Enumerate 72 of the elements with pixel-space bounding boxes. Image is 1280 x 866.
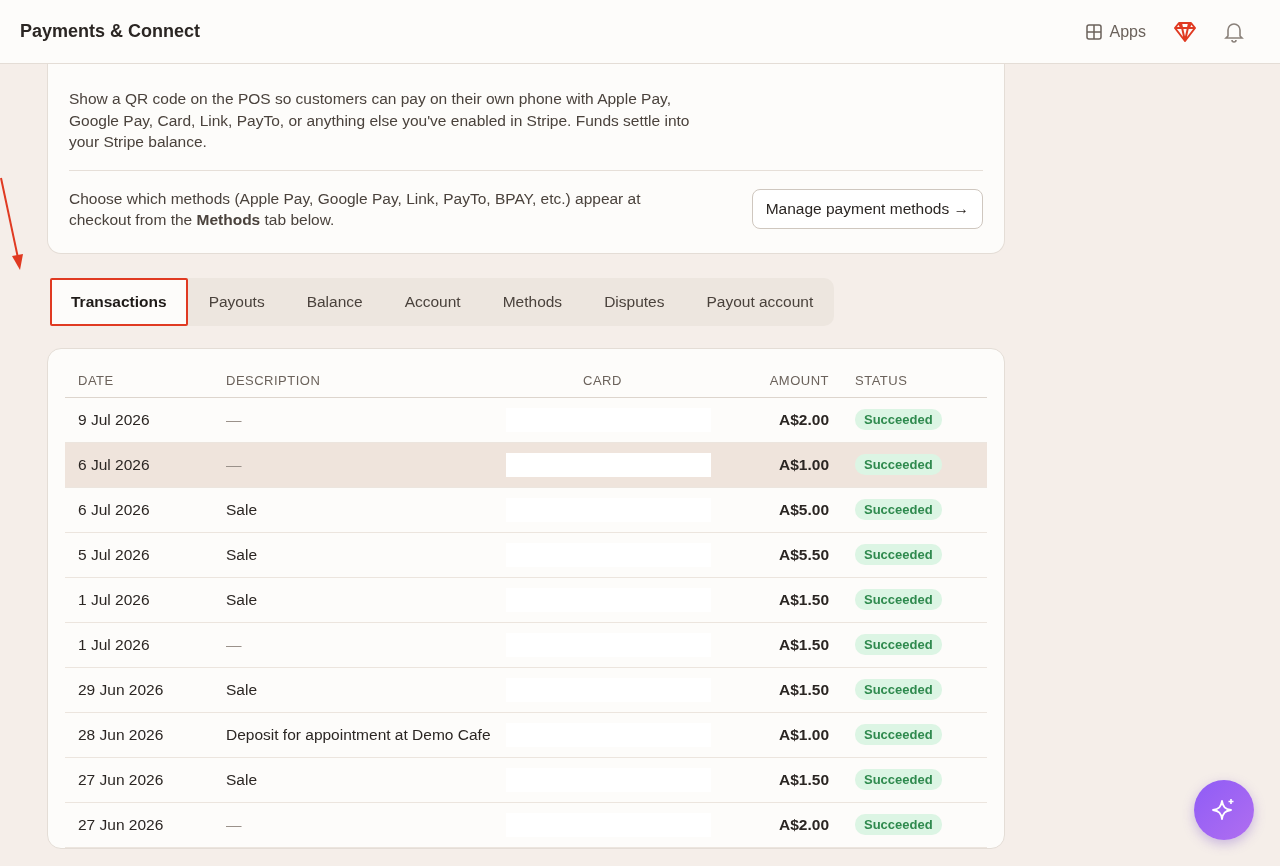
amount-cell: A$5.50 [732,532,842,578]
qr-pay-description: Show a QR code on the POS so customers can pay on their own phone with Apple Pay, Google Pay, Card, Link, PayTo, or anything else you've enabled in Stripe. Funds settle into your Stripe balance. [69,89,691,152]
column-header: DATE [65,366,213,398]
date-cell: 6 Jul 2026 [65,487,213,533]
manage-payment-methods-button[interactable]: Manage payment methods → [751,189,983,229]
amount-cell: A$5.00 [732,487,842,533]
tab[interactable]: Account [383,277,482,326]
highlighted-row[interactable]: 6 Jul 2026 — A$1.00 Succeeded [65,442,987,488]
grid-icon [1085,23,1102,40]
tab[interactable]: Payouts [187,277,286,326]
amount-cell: A$2.00 [732,802,842,848]
table-row[interactable]: 1 Jul 2026 — A$1.50 Succeeded [65,622,987,668]
tab[interactable]: Methods [481,277,584,326]
column-header: STATUS [842,366,987,398]
table-row[interactable]: 27 Jun 2026 — A$2.00 Succeeded [65,802,987,848]
date-cell: 28 Jun 2026 [65,712,213,758]
description-cell: — [213,622,493,668]
date-cell: 6 Jul 2026 [65,442,213,488]
description-cell: Sale [213,487,493,533]
table-row[interactable]: 28 Jun 2026 Deposit for appointment at Demo Cafe A$1.00 Succeeded [65,712,987,758]
date-cell: 27 Jun 2026 [65,802,213,848]
methods-note: Choose which methods (Apple Pay, Google Pay, Link, PayTo, BPAY, etc.) appear at checkout from the Methods tab below. [69,188,642,230]
amount-cell: A$1.00 [732,442,842,488]
apps-button[interactable]: Apps [1085,22,1146,41]
date-cell: 29 Jun 2026 [65,667,213,713]
tab[interactable]: Disputes [583,277,686,326]
description-cell: — [213,397,493,443]
date-cell: 27 Jun 2026 [65,757,213,803]
status-badge: Succeeded [855,679,942,700]
page-title: Payments & Connect [20,21,201,42]
amount-cell: A$2.00 [732,397,842,443]
amount-cell: A$1.00 [732,712,842,758]
status-badge: Succeeded [855,724,942,745]
column-header: DESCRIPTION [213,366,493,398]
amount-cell: A$1.50 [732,757,842,803]
table-row[interactable]: 27 Jun 2026 Sale A$1.50 Succeeded [65,757,987,803]
amount-cell: A$1.50 [732,622,842,668]
gem-icon[interactable] [1174,21,1196,42]
table-row[interactable]: 5 Jul 2026 Sale A$5.50 Succeeded [65,532,987,578]
status-badge: Succeeded [855,589,942,610]
status-badge: Succeeded [855,544,942,565]
column-header: AMOUNT [732,366,842,398]
amount-cell: A$1.50 [732,577,842,623]
status-badge: Succeeded [855,769,942,790]
date-cell: 1 Jul 2026 [65,577,213,623]
status-badge: Succeeded [855,454,942,475]
ai-assistant-button[interactable] [1194,780,1254,840]
status-badge: Succeeded [855,499,942,520]
description-cell: — [213,802,493,848]
status-badge: Succeeded [855,634,942,655]
column-header: CARD [493,366,732,398]
table-row[interactable]: 29 Jun 2026 Sale A$1.50 Succeeded [65,667,987,713]
description-cell: Sale [213,577,493,623]
description-cell: Deposit for appointment at Demo Cafe [213,712,493,758]
description-cell: Sale [213,532,493,578]
date-cell: 5 Jul 2026 [65,532,213,578]
table-row[interactable]: 6 Jul 2026 Sale A$5.00 Succeeded [65,487,987,533]
date-cell: 1 Jul 2026 [65,622,213,668]
date-cell: 9 Jul 2026 [65,397,213,443]
tab[interactable]: Balance [285,277,384,326]
table-row[interactable]: 9 Jul 2026 — A$2.00 Succeeded [65,397,987,443]
table-row[interactable]: 1 Jul 2026 Sale A$1.50 Succeeded [65,577,987,623]
description-cell: — [213,442,493,488]
tab[interactable]: Transactions [50,277,188,326]
tab[interactable]: Payout account [685,277,835,326]
amount-cell: A$1.50 [732,667,842,713]
sparkle-icon [1211,797,1237,823]
description-cell: Sale [213,757,493,803]
status-badge: Succeeded [855,409,942,430]
bell-icon[interactable] [1224,20,1244,43]
description-cell: Sale [213,667,493,713]
status-badge: Succeeded [855,814,942,835]
